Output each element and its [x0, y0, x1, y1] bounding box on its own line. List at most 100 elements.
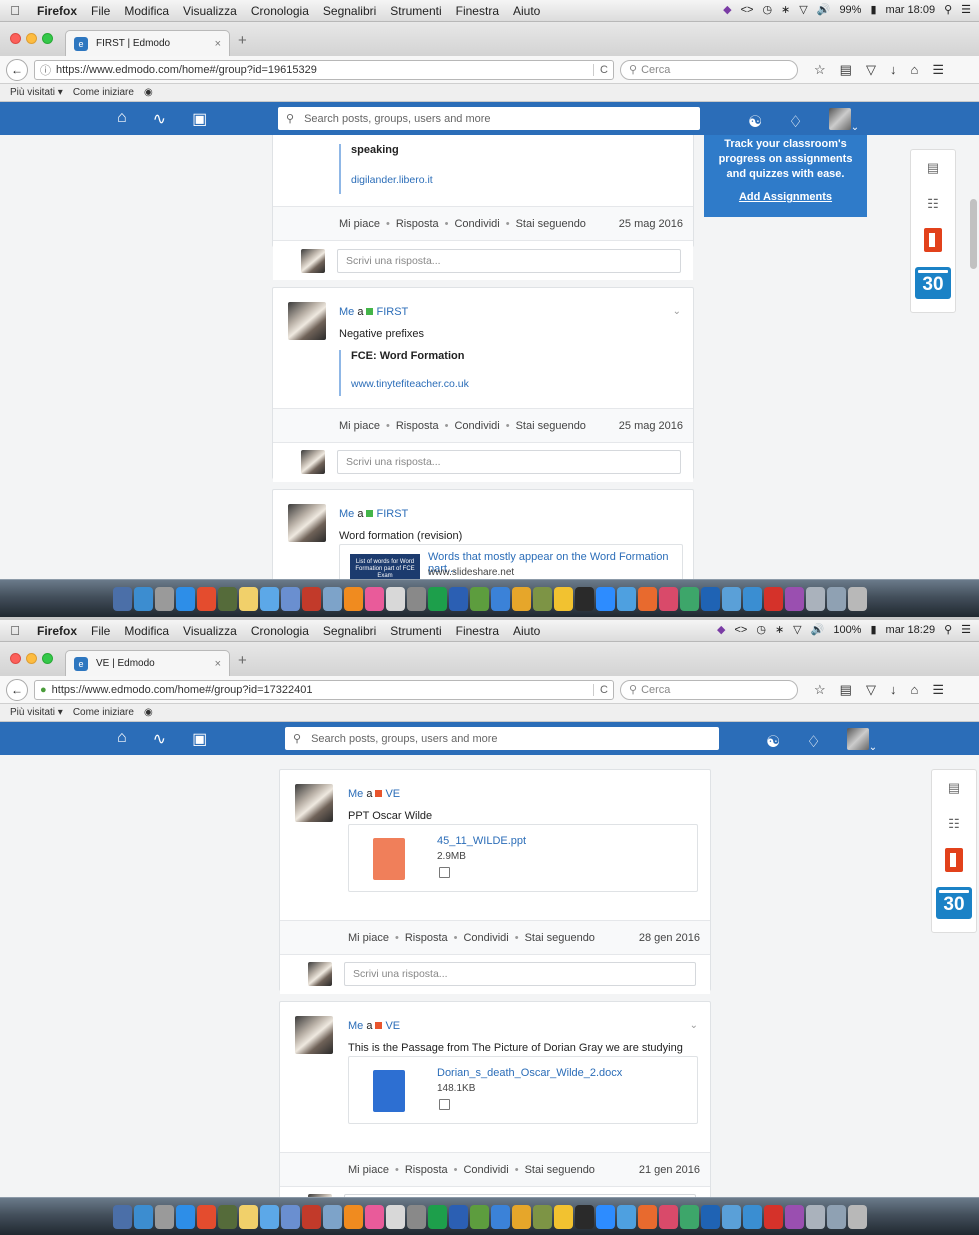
wifi-icon[interactable]: ▽	[799, 3, 807, 16]
share-link[interactable]: Condividi	[463, 1164, 508, 1176]
like-link[interactable]: Mi piace	[339, 420, 380, 432]
app-icon[interactable]	[532, 586, 552, 611]
browser-search-input[interactable]: ⚲ Cerca	[620, 679, 798, 700]
menu-bookmarks[interactable]: Segnalibri	[316, 624, 383, 638]
menu-icon[interactable]: ☰	[932, 62, 944, 78]
getting-started-bookmark[interactable]: Come iniziare	[73, 87, 134, 98]
finder-icon[interactable]	[112, 586, 132, 611]
backpack-icon[interactable]: ▣	[192, 109, 207, 129]
file-name[interactable]: Dorian_s_death_Oscar_Wilde_2.docx	[437, 1067, 622, 1079]
launchpad-icon[interactable]	[154, 1204, 174, 1229]
like-link[interactable]: Mi piace	[348, 1164, 389, 1176]
bell-icon[interactable]: ♢	[806, 732, 820, 752]
poster-name[interactable]: Me	[348, 788, 363, 800]
link-preview[interactable]: speaking digilander.libero.it	[339, 144, 433, 194]
time-machine-icon[interactable]: ◷	[762, 3, 772, 16]
clock[interactable]: mar 18:09	[886, 4, 936, 16]
group-name[interactable]: FIRST	[376, 306, 408, 318]
edmodo-search-input[interactable]: ⚲ Search posts, groups, users and more	[278, 107, 700, 130]
app-icon[interactable]	[553, 1204, 573, 1229]
share-link[interactable]: Condividi	[463, 932, 508, 944]
bookmark-star-icon[interactable]: ☆	[814, 682, 826, 698]
word-icon[interactable]	[448, 1204, 468, 1229]
app-icon[interactable]	[700, 586, 720, 611]
zoom-icon[interactable]	[595, 1204, 615, 1229]
app-icon[interactable]	[616, 586, 636, 611]
download-icon[interactable]: ↓	[890, 682, 897, 698]
back-button[interactable]: ←	[6, 58, 28, 81]
menu-bookmarks[interactable]: Segnalibri	[316, 4, 383, 18]
menu-icon[interactable]: ☰	[932, 682, 944, 698]
pocket-icon[interactable]: ▽	[866, 682, 876, 698]
menu-help[interactable]: Aiuto	[506, 4, 547, 18]
reading-list-icon[interactable]: ▤	[840, 62, 852, 78]
battery-icon[interactable]: ▮	[870, 623, 876, 636]
reload-icon[interactable]: C	[593, 683, 608, 696]
bluetooth-icon[interactable]: ∗	[781, 3, 790, 16]
url-text[interactable]: https://www.edmodo.com/home#/group?id=19…	[56, 64, 588, 76]
globe-icon[interactable]: ◉	[144, 707, 153, 718]
profile-menu[interactable]: ⌄	[846, 728, 877, 755]
app-icon[interactable]	[469, 586, 489, 611]
bluetooth-icon[interactable]: ∗	[775, 623, 784, 636]
clock[interactable]: mar 18:29	[886, 624, 936, 636]
preview-icon[interactable]	[439, 867, 450, 878]
following-link[interactable]: Stai seguendo	[516, 218, 586, 230]
app-icon[interactable]	[406, 586, 426, 611]
notes-icon[interactable]	[238, 1204, 258, 1229]
share-link[interactable]: Condividi	[454, 218, 499, 230]
link-url[interactable]: digilander.libero.it	[351, 174, 433, 186]
app-icon[interactable]	[406, 1204, 426, 1229]
menu-help[interactable]: Aiuto	[506, 624, 547, 638]
minimize-window-button[interactable]	[26, 33, 37, 44]
app-icon[interactable]	[280, 586, 300, 611]
battery-percent[interactable]: 100%	[833, 624, 861, 636]
poster-name[interactable]: Me	[339, 508, 354, 520]
app-store-icon[interactable]	[490, 1204, 510, 1229]
close-tab-icon[interactable]: ×	[215, 658, 221, 670]
app-icon[interactable]	[784, 586, 804, 611]
poster-name[interactable]: Me	[339, 306, 354, 318]
spotlight-icon[interactable]: ☯	[748, 112, 762, 132]
file-attachment[interactable]: Dorian_s_death_Oscar_Wilde_2.docx 148.1K…	[348, 1056, 698, 1124]
menu-file[interactable]: File	[84, 624, 117, 638]
app-icon[interactable]	[385, 586, 405, 611]
app-icon[interactable]	[511, 586, 531, 611]
code-icon[interactable]: <>	[734, 624, 747, 636]
wifi-icon[interactable]: ▽	[793, 623, 801, 636]
app-icon[interactable]	[658, 1204, 678, 1229]
add-assignments-link[interactable]: Add Assignments	[739, 191, 832, 203]
scrollbar-thumb[interactable]	[970, 199, 977, 269]
link-url[interactable]: www.slideshare.net	[428, 567, 514, 578]
kindle-icon[interactable]	[574, 586, 594, 611]
menu-window[interactable]: Finestra	[449, 4, 506, 18]
reply-input[interactable]: Scrivi una risposta...	[337, 249, 681, 273]
app-icon[interactable]	[721, 1204, 741, 1229]
back-button[interactable]: ←	[6, 678, 28, 701]
acrobat-icon[interactable]	[763, 586, 783, 611]
folder-icon[interactable]	[826, 586, 846, 611]
menu-view[interactable]: Visualizza	[176, 4, 244, 18]
site-info-icon[interactable]: ⓘ	[40, 62, 51, 78]
trash-icon[interactable]	[847, 586, 867, 611]
zoom-window-button[interactable]	[42, 33, 53, 44]
app-icon[interactable]	[616, 1204, 636, 1229]
folder-icon[interactable]	[826, 1204, 846, 1229]
group-name[interactable]: VE	[385, 788, 400, 800]
close-window-button[interactable]	[10, 33, 21, 44]
browser-search-input[interactable]: ⚲ Cerca	[620, 59, 798, 80]
reply-link[interactable]: Risposta	[396, 218, 439, 230]
notes-icon[interactable]	[238, 586, 258, 611]
bookmark-star-icon[interactable]: ☆	[814, 62, 826, 78]
trash-icon[interactable]	[847, 1204, 867, 1229]
app-icon[interactable]	[679, 586, 699, 611]
photos-icon[interactable]	[322, 586, 342, 611]
menu-view[interactable]: Visualizza	[176, 624, 244, 638]
calendar-app-icon[interactable]	[133, 1204, 153, 1229]
spotlight-icon[interactable]: ⚲	[944, 3, 952, 16]
zoom-window-button[interactable]	[42, 653, 53, 664]
file-attachment[interactable]: 45_11_WILDE.ppt 2.9MB	[348, 824, 698, 892]
home-icon[interactable]: ⌂	[910, 62, 918, 78]
app-icon[interactable]	[553, 586, 573, 611]
avatar[interactable]	[295, 784, 333, 822]
